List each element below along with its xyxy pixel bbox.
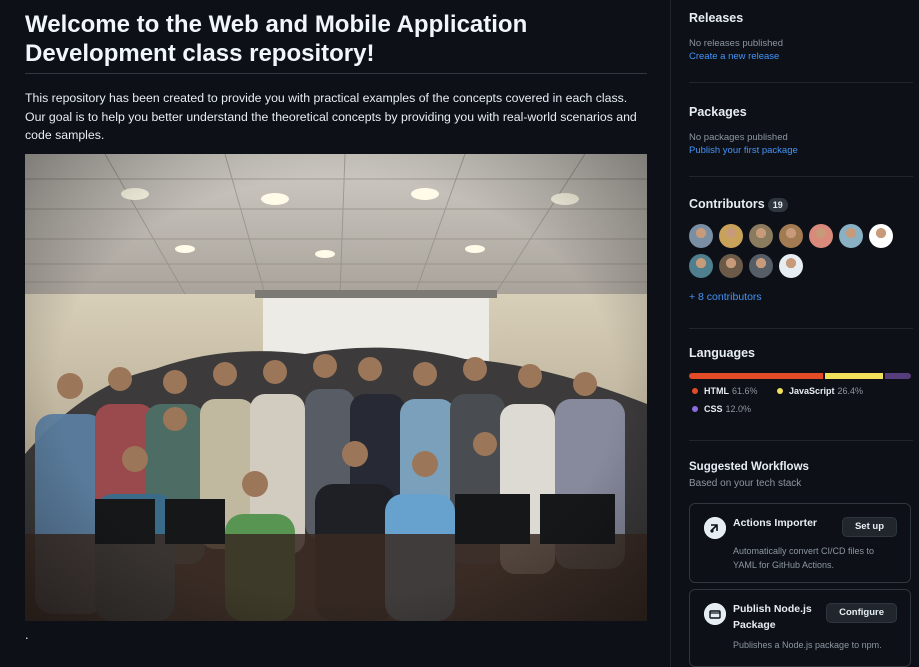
sidebar-divider	[670, 0, 671, 667]
class-group-photo	[25, 154, 647, 621]
workflow-description: Automatically convert CI/CD files to YAM…	[733, 546, 875, 570]
languages-section: Languages HTML 61.6% JavaScript 26.4% CSS 1…	[689, 345, 913, 414]
javascript-color-dot	[777, 387, 783, 394]
contributor-avatar[interactable]	[779, 224, 803, 248]
publish-package-link[interactable]: Publish your first package	[689, 144, 913, 157]
releases-section: Releases No releases published Create a …	[689, 10, 913, 63]
releases-empty-text: No releases published	[689, 38, 784, 49]
contributor-avatar[interactable]	[719, 224, 743, 248]
language-item-css[interactable]: CSS 12.0%	[692, 404, 751, 414]
contributor-avatar[interactable]	[749, 254, 773, 278]
workflow-title: Publish Node.js Package	[733, 603, 812, 631]
section-separator	[689, 176, 913, 177]
setup-button[interactable]: Set up	[841, 517, 897, 537]
workflows-subtitle: Based on your tech stack	[689, 478, 802, 489]
readme-heading: Welcome to the Web and Mobile Applicatio…	[25, 0, 647, 74]
language-bar	[689, 373, 911, 379]
workflow-card-actions-importer: Actions Importer Set up Automatically co…	[689, 503, 911, 583]
packages-section: Packages No packages published Publish y…	[689, 104, 913, 157]
html-color-dot	[692, 387, 698, 394]
contributors-section: Contributors 19 + 8 contributors	[689, 196, 913, 303]
contributor-avatar[interactable]	[749, 224, 773, 248]
contributor-avatar[interactable]	[809, 224, 833, 248]
contributor-avatar[interactable]	[839, 224, 863, 248]
workflow-title: Actions Importer	[733, 517, 818, 529]
package-icon	[704, 603, 726, 625]
language-item-javascript[interactable]: JavaScript 26.4%	[777, 386, 863, 396]
packages-heading[interactable]: Packages	[689, 104, 913, 120]
contributors-count-badge: 19	[767, 197, 788, 212]
contributor-avatar[interactable]	[689, 224, 713, 248]
readme-trailing-text: .	[25, 627, 29, 642]
contributors-title: Contributors	[689, 197, 765, 211]
workflow-description: Publishes a Node.js package to npm.	[733, 640, 882, 650]
language-item-html[interactable]: HTML 61.6%	[692, 386, 758, 396]
contributor-avatars	[689, 224, 913, 280]
contributor-avatar[interactable]	[689, 254, 713, 278]
language-bar-segment	[689, 373, 824, 379]
contributor-avatar[interactable]	[719, 254, 743, 278]
workflows-section: Suggested Workflows Based on your tech s…	[689, 459, 913, 667]
css-color-dot	[692, 405, 698, 412]
contributor-avatar[interactable]	[869, 224, 893, 248]
workflow-card-publish-nodejs: Publish Node.js Package Configure Publis…	[689, 589, 911, 667]
configure-button[interactable]: Configure	[826, 603, 897, 623]
section-separator	[689, 82, 913, 83]
contributor-avatar[interactable]	[779, 254, 803, 278]
languages-heading: Languages	[689, 346, 755, 360]
more-contributors-link[interactable]: + 8 contributors	[689, 291, 762, 304]
packages-empty-text: No packages published	[689, 132, 788, 143]
importer-icon	[704, 517, 726, 539]
releases-heading[interactable]: Releases	[689, 10, 913, 26]
readme-intro: This repository has been created to prov…	[25, 91, 637, 143]
create-release-link[interactable]: Create a new release	[689, 50, 913, 63]
language-bar-segment	[884, 373, 911, 379]
workflows-heading: Suggested Workflows	[689, 461, 809, 473]
contributors-heading[interactable]: Contributors 19	[689, 196, 913, 212]
section-separator	[689, 328, 913, 329]
readme-content: Welcome to the Web and Mobile Applicatio…	[25, 0, 647, 642]
section-separator	[689, 440, 913, 441]
language-bar-segment	[825, 373, 883, 379]
